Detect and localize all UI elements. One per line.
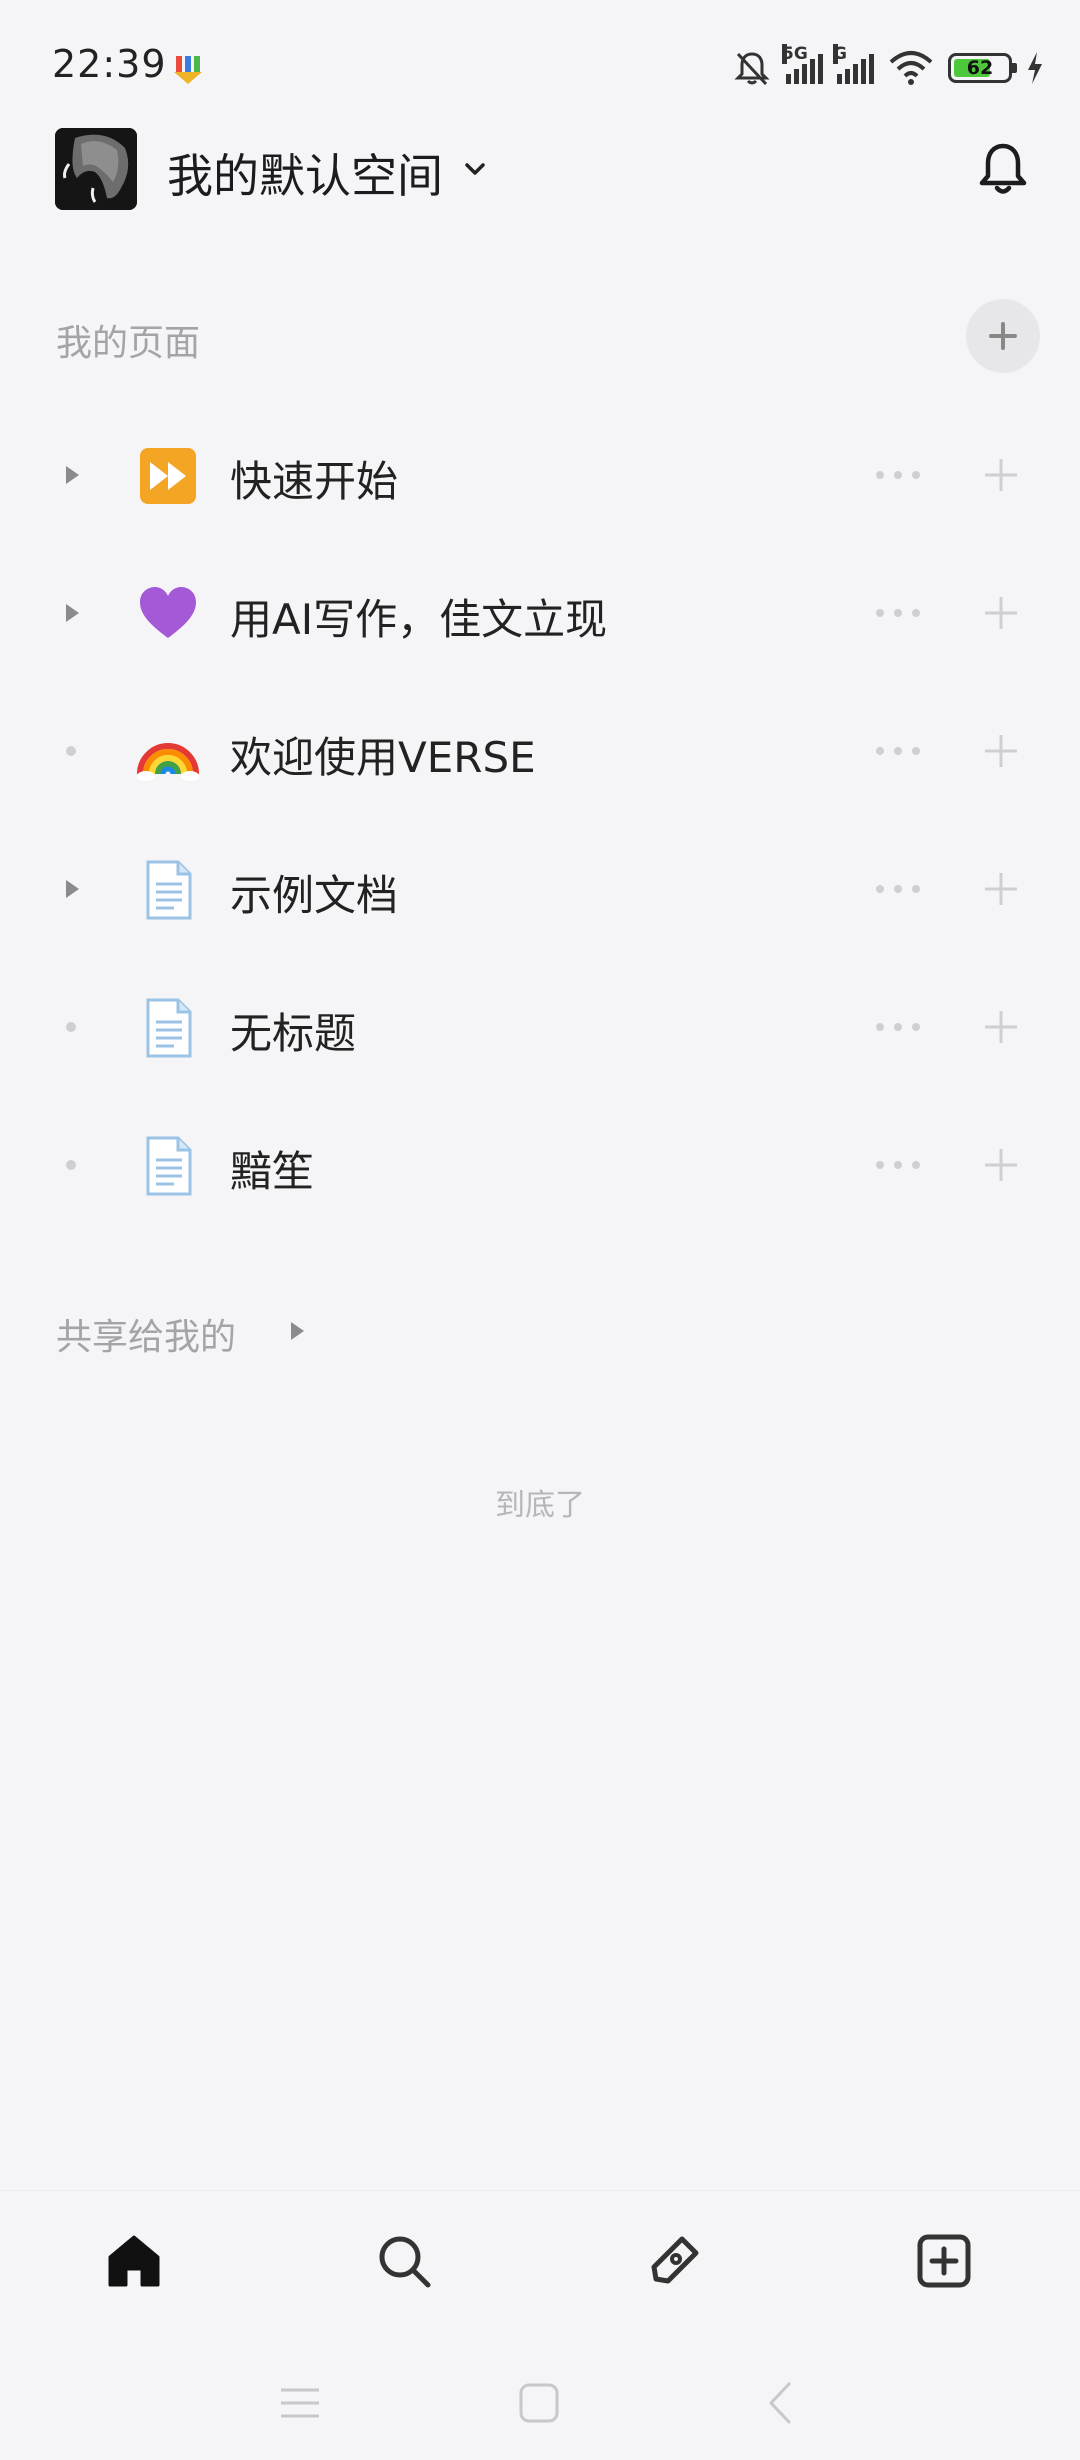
more-icon[interactable]	[872, 1152, 924, 1178]
more-icon[interactable]	[872, 600, 924, 626]
fast-forward-icon	[140, 448, 196, 504]
plus-icon	[989, 322, 1017, 350]
leaf-dot	[66, 1160, 76, 1170]
page-row-untitled[interactable]: 无标题	[0, 958, 1080, 1096]
network-type-2: G	[833, 44, 847, 64]
status-icons: 5G G 62	[732, 44, 1044, 90]
page-title: 用AI写作，佳文立现	[230, 595, 608, 644]
battery-level: 62	[966, 57, 994, 79]
add-subpage-icon[interactable]	[982, 456, 1020, 494]
avatar[interactable]	[55, 128, 137, 210]
leaf-dot	[66, 746, 76, 756]
back-icon[interactable]	[755, 2378, 805, 2428]
edit-icon[interactable]	[642, 2229, 706, 2293]
page-title: 快速开始	[230, 457, 399, 506]
bottom-navigation	[0, 2190, 1080, 2331]
page-row-quick-start[interactable]: 快速开始	[0, 406, 1080, 544]
search-icon[interactable]	[372, 2229, 436, 2293]
system-navigation-bar	[0, 2330, 1080, 2460]
add-subpage-icon[interactable]	[982, 1146, 1020, 1184]
status-time: 22:39	[52, 42, 167, 86]
add-page-icon[interactable]	[912, 2229, 976, 2293]
end-of-list-text: 到底了	[495, 1488, 585, 1523]
app-notification-icon	[174, 56, 202, 84]
more-icon[interactable]	[872, 876, 924, 902]
page-row-sample-doc[interactable]: 示例文档	[0, 820, 1080, 958]
mute-bell-icon	[734, 52, 770, 86]
page-title: 示例文档	[230, 871, 399, 920]
expand-triangle-icon[interactable]	[287, 1318, 307, 1344]
more-icon[interactable]	[872, 462, 924, 488]
add-subpage-icon[interactable]	[982, 732, 1020, 770]
page-row-ansheng[interactable]: 黯笙	[0, 1096, 1080, 1234]
document-icon	[146, 860, 192, 920]
more-icon[interactable]	[872, 1014, 924, 1040]
signal-icon-1: 5G	[782, 44, 823, 84]
charging-icon	[1028, 52, 1042, 84]
expand-triangle-icon[interactable]	[62, 876, 82, 902]
purple-heart-icon	[140, 587, 196, 638]
document-icon	[146, 998, 192, 1058]
expand-triangle-icon[interactable]	[62, 600, 82, 626]
rainbow-icon	[137, 743, 199, 781]
page-row-welcome-verse[interactable]: 欢迎使用VERSE	[0, 682, 1080, 820]
signal-icon-2: G	[833, 44, 874, 84]
home-icon[interactable]	[102, 2229, 166, 2293]
expand-triangle-icon[interactable]	[62, 462, 82, 488]
add-subpage-icon[interactable]	[982, 870, 1020, 908]
shared-with-me-label[interactable]: 共享给我的	[56, 1308, 236, 1360]
battery-icon: 62	[948, 53, 1017, 83]
menu-icon[interactable]	[275, 2378, 325, 2428]
chevron-down-icon[interactable]	[462, 156, 488, 182]
home-button-icon[interactable]	[514, 2378, 564, 2428]
bell-icon[interactable]	[972, 138, 1034, 200]
add-subpage-icon[interactable]	[982, 1008, 1020, 1046]
add-subpage-icon[interactable]	[982, 594, 1020, 632]
page-title: 无标题	[230, 1009, 357, 1058]
status-bar: 22:39 5G G 62	[0, 0, 1080, 130]
document-icon	[146, 1136, 192, 1196]
leaf-dot	[66, 1022, 76, 1032]
page-title: 黯笙	[230, 1147, 315, 1196]
page-row-ai-writing[interactable]: 用AI写作，佳文立现	[0, 544, 1080, 682]
workspace-header: 我的默认空间	[0, 128, 1080, 212]
my-pages-label: 我的页面	[56, 323, 201, 364]
avatar-image	[55, 128, 137, 210]
more-icon[interactable]	[872, 738, 924, 764]
page-title: 欢迎使用VERSE	[230, 733, 536, 782]
add-page-button[interactable]	[966, 299, 1040, 373]
network-type-1: 5G	[782, 44, 808, 64]
workspace-name[interactable]: 我的默认空间	[167, 140, 443, 206]
wifi-icon	[889, 51, 933, 85]
